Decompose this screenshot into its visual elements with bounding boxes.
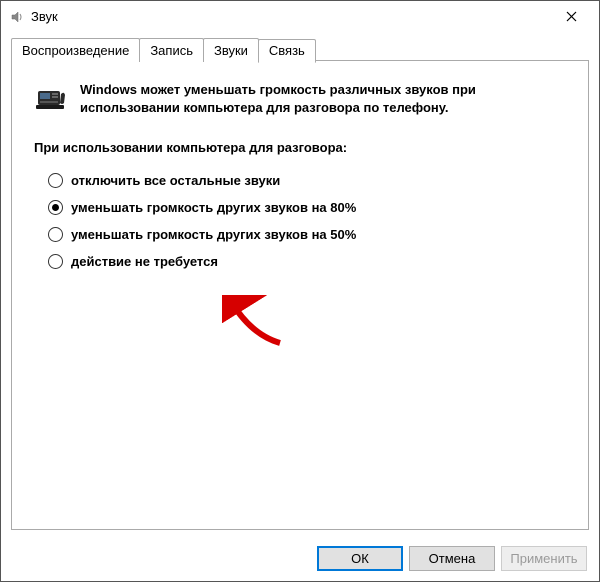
description-text: Windows может уменьшать громкость различ… [80,81,566,116]
radio-row-none[interactable]: действие не требуется [48,254,566,269]
window-title: Звук [31,9,551,24]
tab-panel-communication: Windows может уменьшать громкость различ… [11,60,589,530]
tab-playback[interactable]: Воспроизведение [11,38,140,62]
sound-dialog: Звук Воспроизведение Запись Звуки Связь [0,0,600,582]
cancel-button[interactable]: Отмена [409,546,495,571]
ok-button[interactable]: ОК [317,546,403,571]
tab-recording[interactable]: Запись [139,38,204,62]
close-button[interactable] [551,3,591,31]
tabs: Воспроизведение Запись Звуки Связь [11,37,589,61]
description-row: Windows может уменьшать громкость различ… [34,81,566,116]
radio-label-none: действие не требуется [71,254,218,269]
tab-communication[interactable]: Связь [258,39,316,63]
radio-row-reduce80[interactable]: уменьшать громкость других звуков на 80% [48,200,566,215]
section-label: При использовании компьютера для разгово… [34,140,566,155]
radio-group: отключить все остальные звуки уменьшать … [34,173,566,269]
button-row: ОК Отмена Применить [317,546,587,571]
titlebar: Звук [1,1,599,33]
tab-sounds[interactable]: Звуки [203,38,259,62]
radio-reduce80[interactable] [48,200,63,215]
radio-label-reduce50: уменьшать громкость других звуков на 50% [71,227,356,242]
radio-label-reduce80: уменьшать громкость других звуков на 80% [71,200,356,215]
tab-area: Воспроизведение Запись Звуки Связь [1,33,599,530]
radio-row-mute[interactable]: отключить все остальные звуки [48,173,566,188]
sound-icon [9,9,25,25]
apply-button: Применить [501,546,587,571]
phone-device-icon [34,81,68,115]
annotation-arrow-icon [222,295,292,350]
close-icon [566,11,577,22]
radio-row-reduce50[interactable]: уменьшать громкость других звуков на 50% [48,227,566,242]
radio-label-mute: отключить все остальные звуки [71,173,280,188]
radio-mute[interactable] [48,173,63,188]
radio-none[interactable] [48,254,63,269]
radio-reduce50[interactable] [48,227,63,242]
